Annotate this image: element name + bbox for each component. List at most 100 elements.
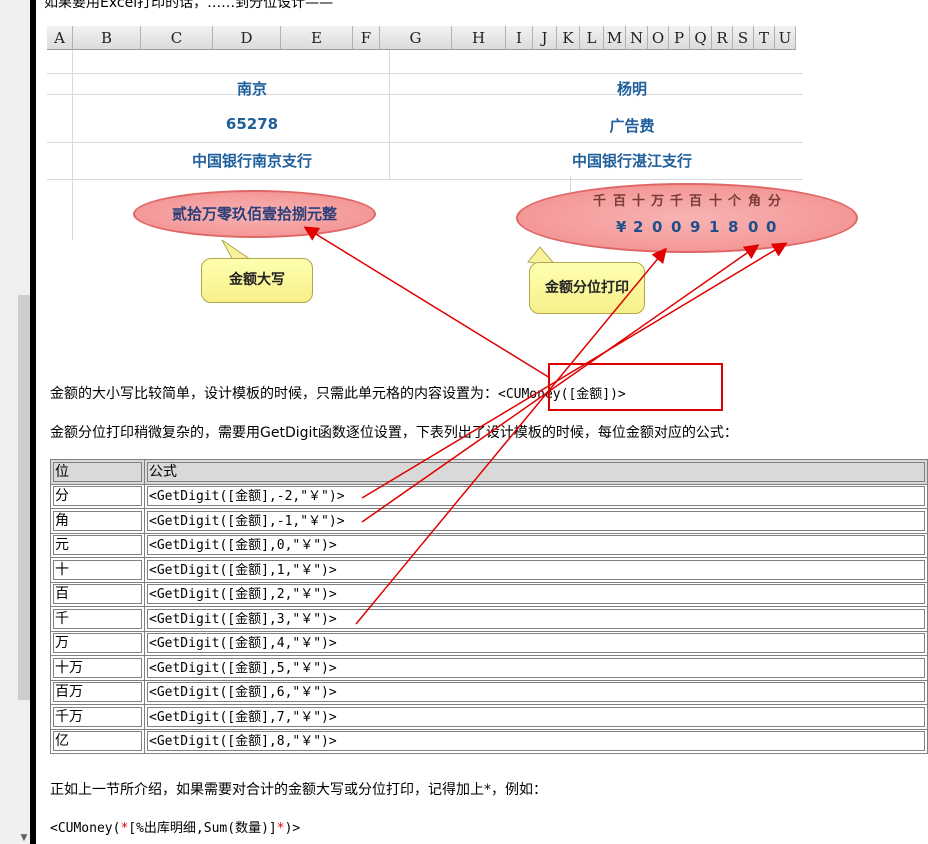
- digit-header: 百: [689, 194, 703, 209]
- paragraph-upper-amount: 金额的大小写比较简单，设计模板的时候，只需此单元格的内容设置为：<CUMoney…: [50, 383, 626, 403]
- column-header: G: [380, 26, 452, 50]
- digit-value: 2: [633, 218, 644, 236]
- position-text: 分: [53, 486, 142, 507]
- formula-text: <GetDigit([金额],3,"￥")>: [147, 608, 925, 629]
- position-text: 千: [53, 608, 142, 629]
- header-formula: 公式: [144, 459, 928, 485]
- digit-header: 百: [613, 194, 627, 209]
- digit-value: 0: [766, 218, 777, 236]
- cut-off-heading: 如果要用Excel打印的话，……到分位设计——: [44, 0, 334, 11]
- position-cell: 亿: [50, 728, 145, 754]
- table-header-row: 位 公式: [50, 459, 928, 485]
- position-cell: 百: [50, 581, 145, 607]
- column-header: A: [47, 26, 73, 50]
- column-header: H: [452, 26, 506, 50]
- column-header: T: [754, 26, 775, 50]
- formula-cell: <GetDigit([金额],-2,"￥")>: [144, 483, 928, 509]
- formula-cell: <GetDigit([金额],8,"￥")>: [144, 728, 928, 754]
- position-cell: 十: [50, 557, 145, 583]
- table-row: 元 <GetDigit([金额],0,"￥")>: [50, 532, 928, 558]
- cell-city: 南京: [236, 80, 267, 98]
- formula-text: <GetDigit([金额],7,"￥")>: [147, 706, 925, 727]
- position-cell: 十万: [50, 655, 145, 681]
- table-row: 十 <GetDigit([金额],1,"￥")>: [50, 557, 928, 583]
- position-cell: 角: [50, 508, 145, 534]
- formula-text: <GetDigit([金额],-1,"￥")>: [147, 510, 925, 531]
- cell-bank-right: 中国银行湛江支行: [571, 152, 692, 170]
- digit-header: 十: [632, 194, 646, 209]
- position-text: 十万: [53, 657, 142, 678]
- digit-value: 1: [709, 218, 720, 236]
- formula-cell: <GetDigit([金额],6,"￥")>: [144, 679, 928, 705]
- position-text: 千万: [53, 706, 142, 727]
- formula-text: <GetDigit([金额],1,"￥")>: [147, 559, 925, 580]
- paragraph-upper-amount-text: 金额的大小写比较简单，设计模板的时候，只需此单元格的内容设置为：: [50, 386, 498, 402]
- digit-header: 千: [670, 194, 684, 209]
- digit-header: 个: [728, 194, 742, 209]
- position-text: 十: [53, 559, 142, 580]
- table-row: 千万 <GetDigit([金额],7,"￥")>: [50, 704, 928, 730]
- header-position-label: 位: [53, 461, 142, 482]
- column-header: S: [733, 26, 754, 50]
- column-header: U: [775, 26, 796, 50]
- formula-text: <GetDigit([金额],4,"￥")>: [147, 633, 925, 654]
- formula-text: <GetDigit([金额],5,"￥")>: [147, 657, 925, 678]
- table-row: 百 <GetDigit([金额],2,"￥")>: [50, 581, 928, 607]
- column-header: K: [557, 26, 580, 50]
- column-header: P: [669, 26, 690, 50]
- table-row: 亿 <GetDigit([金额],8,"￥")>: [50, 728, 928, 754]
- header-formula-label: 公式: [147, 461, 925, 482]
- formula-cell: <GetDigit([金额],3,"￥")>: [144, 606, 928, 632]
- formula-cell: <GetDigit([金额],0,"￥")>: [144, 532, 928, 558]
- column-header: N: [626, 26, 648, 50]
- digit-header: 分: [768, 194, 782, 209]
- position-text: 万: [53, 633, 142, 654]
- table-row: 角 <GetDigit([金额],-1,"￥")>: [50, 508, 928, 534]
- callout-digit-print-label: 金额分位打印: [545, 280, 629, 296]
- position-cell: 万: [50, 630, 145, 656]
- scrollbar-thumb[interactable]: [18, 295, 30, 700]
- position-text: 百: [53, 584, 142, 605]
- position-cell: 千万: [50, 704, 145, 730]
- header-position: 位: [50, 459, 145, 485]
- scroll-down-arrow-icon[interactable]: ▼: [18, 832, 30, 844]
- callout-upper-amount: 金额大写: [201, 258, 313, 303]
- digit-header: 万: [651, 194, 665, 209]
- digit-value: 0: [652, 218, 663, 236]
- formula-text: <GetDigit([金额],0,"￥")>: [147, 535, 925, 556]
- formula-cell: <GetDigit([金额],2,"￥")>: [144, 581, 928, 607]
- column-header: C: [141, 26, 213, 50]
- column-header: Q: [690, 26, 712, 50]
- table-row: 分 <GetDigit([金额],-2,"￥")>: [50, 483, 928, 509]
- table-row: 百万 <GetDigit([金额],6,"￥")>: [50, 679, 928, 705]
- column-header: M: [604, 26, 626, 50]
- cell-amount: 65278: [225, 115, 279, 133]
- digit-formula-table: 位 公式 分 <GetDigit([金额],-2,"￥")> 角 <GetDigit(…: [50, 459, 928, 754]
- cell-purpose: 广告费: [609, 117, 655, 135]
- cell-person: 杨明: [616, 80, 647, 98]
- cell-bank-left: 中国银行南京支行: [191, 152, 312, 170]
- column-header: I: [506, 26, 533, 50]
- digit-header: 角: [748, 194, 762, 209]
- table-row: 十万 <GetDigit([金额],5,"￥")>: [50, 655, 928, 681]
- code-middle: [%出库明细,Sum(数量)]: [128, 821, 277, 836]
- position-text: 百万: [53, 682, 142, 703]
- sum-code-example: <CUMoney(*[%出库明细,Sum(数量)]*)>: [50, 817, 300, 836]
- column-header: B: [73, 26, 141, 50]
- column-header: O: [648, 26, 669, 50]
- column-header: R: [712, 26, 733, 50]
- formula-text: <GetDigit([金额],2,"￥")>: [147, 584, 925, 605]
- column-header: F: [353, 26, 380, 50]
- column-header: J: [533, 26, 557, 50]
- formula-cell: <GetDigit([金额],5,"￥")>: [144, 655, 928, 681]
- code-star-2: *: [276, 821, 285, 836]
- code-suffix: )>: [284, 821, 301, 836]
- upper-amount-highlight: 贰拾万零玖佰壹拾捌元整: [133, 190, 376, 238]
- digit-positions-highlight: [516, 183, 858, 253]
- code-highlight-box: [548, 363, 723, 411]
- column-header: L: [580, 26, 604, 50]
- callout-upper-amount-label: 金额大写: [229, 272, 285, 288]
- formula-cell: <GetDigit([金额],4,"￥")>: [144, 630, 928, 656]
- digit-header: 千: [593, 194, 607, 209]
- page-left-border: [30, 0, 36, 844]
